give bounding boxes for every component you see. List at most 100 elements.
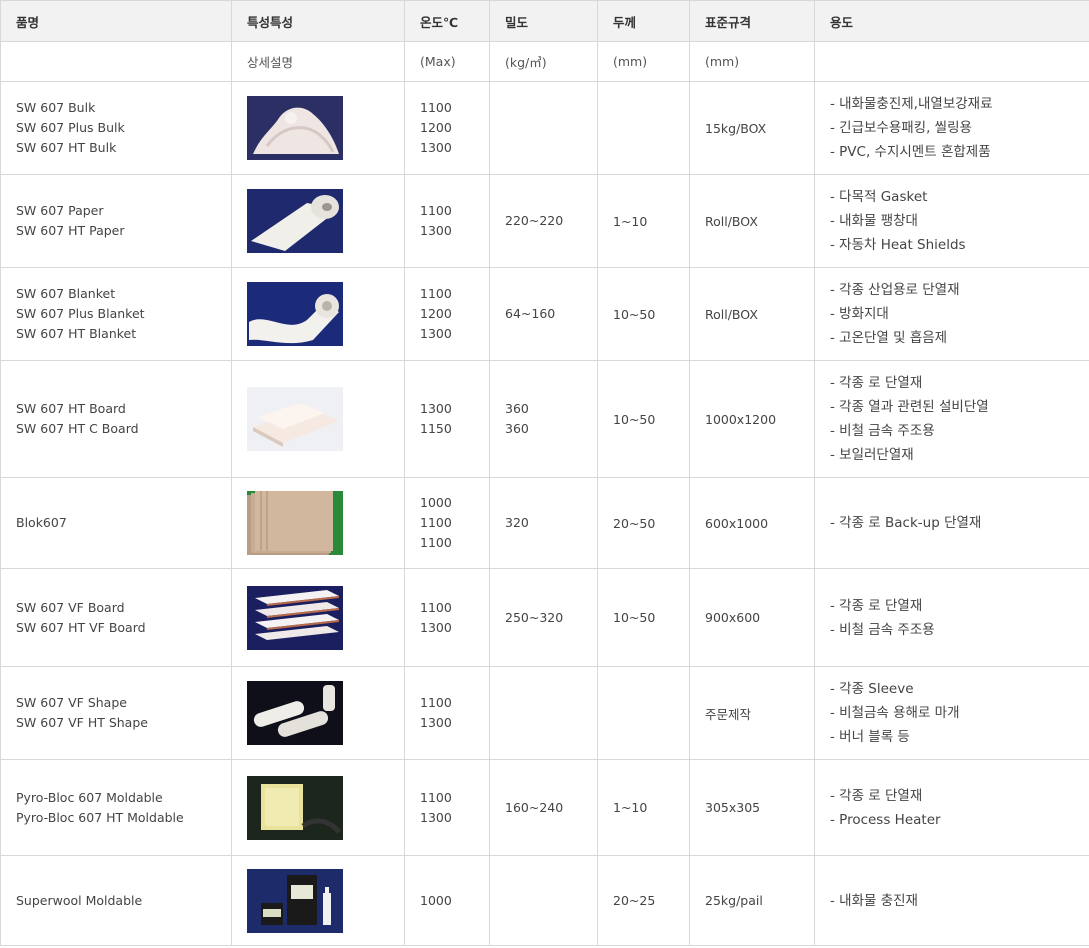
temperature-cell: 1300 1150 [404,360,490,478]
product-name: SW 607 VF HT Shape [16,715,148,730]
temperature-value: 1100 [420,100,452,115]
temperature-value: 1300 [420,140,452,155]
temperature-cell: 1100 1300 [404,568,490,667]
spec-cell: 주문제작 [689,666,815,760]
product-name-cell: SW 607 Blanket SW 607 Plus Blanket SW 607 … [0,267,232,361]
subheader-row: 상세설명 (Max) (kg/㎥) (mm) (mm) [0,41,1089,82]
table-row: Pyro-Bloc 607 Moldable Pyro-Bloc 607 HT M… [0,759,1089,856]
usage-item: - 다목적 Gasket [830,189,928,205]
thickness-cell: 1~10 [597,759,690,856]
product-name: SW 607 HT Blanket [16,326,137,341]
density-cell: 220~220 [489,174,598,268]
density-value: 320 [505,515,529,530]
usage-item: - 보일러단열재 [830,447,914,463]
board-sheets-image [247,387,404,451]
density-value: 360 [505,421,529,436]
product-name: SW 607 HT Board [16,401,126,416]
product-name-cell: SW 607 Paper SW 607 HT Paper [0,174,232,268]
product-image-cell [231,759,405,856]
product-name-cell: Pyro-Bloc 607 Moldable Pyro-Bloc 607 HT M… [0,759,232,856]
thickness-cell [597,81,690,175]
usage-cell: - 각종 로 단열재 - Process Heater [814,759,1089,856]
header-temperature: 온도℃ [404,0,490,42]
density-value: 220~220 [505,213,564,228]
usage-item: - 각종 Sleeve [830,681,914,697]
temperature-value: 1300 [420,809,452,825]
product-name: Pyro-Bloc 607 Moldable [16,789,163,805]
spec-cell: 600x1000 [689,477,815,569]
usage-item: - Process Heater [830,811,941,828]
usage-item: - PVC, 수지시멘트 혼합제품 [830,144,991,160]
product-name-cell: Blok607 [0,477,232,569]
temperature-value: 1100 [420,286,452,301]
product-name: SW 607 VF Board [16,599,125,615]
temperature-cell: 1100 1300 [404,174,490,268]
usage-item: - 자동차 Heat Shields [830,237,966,253]
pyro-bloc-image [247,775,404,840]
temperature-cell: 1000 [404,855,490,946]
temperature-cell: 1100 1300 [404,759,490,856]
usage-cell: - 각종 로 단열재 - 비철 금속 주조용 [814,568,1089,667]
usage-item: - 내화물 충진재 [830,892,918,909]
spec-cell: 305x305 [689,759,815,856]
table-row: Blok607 1000 1100 1100 320 20~50 600x1000 - 각종 … [0,477,1089,569]
product-name-cell: SW 607 HT Board SW 607 HT C Board [0,360,232,478]
product-name: SW 607 HT Bulk [16,140,117,155]
density-cell: 320 [489,477,598,569]
table-row: SW 607 VF Board SW 607 HT VF Board 1100 130… [0,568,1089,667]
bulk-fiber-image [247,96,404,160]
thickness-cell: 1~10 [597,174,690,268]
thickness-cell: 10~50 [597,360,690,478]
density-value: 360 [505,401,529,416]
product-name: Blok607 [16,515,67,530]
header-row: 품명 특성특성 온도℃ 밀도 두께 표준규격 용도 [0,0,1089,42]
header-density: 밀도 [489,0,598,42]
table-row: SW 607 VF Shape SW 607 VF HT Shape 1100 130… [0,666,1089,760]
paper-roll-image [247,189,404,253]
usage-item: - 각종 열과 관련된 설비단열 [830,399,989,415]
temperature-value: 1100 [420,599,452,615]
product-name: SW 607 Plus Bulk [16,120,125,135]
usage-item: - 버너 블록 등 [830,729,910,745]
usage-cell: - 각종 로 단열재 - 각종 열과 관련된 설비단열 - 비철 금속 주조용 - 보… [814,360,1089,478]
product-name: SW 607 HT C Board [16,421,139,436]
product-name-cell: SW 607 VF Shape SW 607 VF HT Shape [0,666,232,760]
product-name-cell: Superwool Moldable [0,855,232,946]
product-image-cell [231,267,405,361]
product-name: SW 607 HT Paper [16,223,125,238]
table-row: SW 607 HT Board SW 607 HT C Board 1300 1150… [0,360,1089,478]
usage-item: - 고온단열 및 흡음제 [830,330,948,346]
product-table: 품명 특성특성 온도℃ 밀도 두께 표준규격 용도 상세설명 (Max) (kg… [0,0,1089,946]
temperature-value: 1000 [420,495,452,510]
density-value: 64~160 [505,306,556,321]
usage-item: - 긴급보수용패킹, 씰링용 [830,120,972,136]
usage-item: - 각종 산업용로 단열재 [830,282,960,298]
density-cell: 160~240 [489,759,598,856]
thickness-cell: 10~50 [597,568,690,667]
temperature-value: 1300 [420,326,452,341]
header-spec: 표준규격 [689,0,815,42]
header-usage: 용도 [814,0,1089,42]
product-name: SW 607 HT VF Board [16,619,146,635]
temperature-cell: 1000 1100 1100 [404,477,490,569]
usage-cell: - 각종 로 Back-up 단열재 [814,477,1089,569]
usage-cell: - 내화물 충진재 [814,855,1089,946]
subheader-temperature: (Max) [404,41,490,82]
vf-board-stack-image [247,585,404,650]
table-row: SW 607 Paper SW 607 HT Paper 1100 1300 220~2… [0,174,1089,268]
spec-cell: 1000x1200 [689,360,815,478]
temperature-value: 1300 [420,401,452,416]
usage-item: - 각종 로 단열재 [830,375,923,391]
density-value: 250~320 [505,609,564,625]
product-name: SW 607 Paper [16,203,104,218]
density-cell [489,855,598,946]
temperature-value: 1100 [420,695,452,710]
product-image-cell [231,477,405,569]
density-cell: 250~320 [489,568,598,667]
product-name: SW 607 Bulk [16,100,96,115]
density-cell [489,666,598,760]
temperature-cell: 1100 1200 1300 [404,81,490,175]
product-image-cell [231,81,405,175]
thickness-cell: 20~50 [597,477,690,569]
usage-cell: - 다목적 Gasket - 내화물 팽창대 - 자동차 Heat Shields [814,174,1089,268]
